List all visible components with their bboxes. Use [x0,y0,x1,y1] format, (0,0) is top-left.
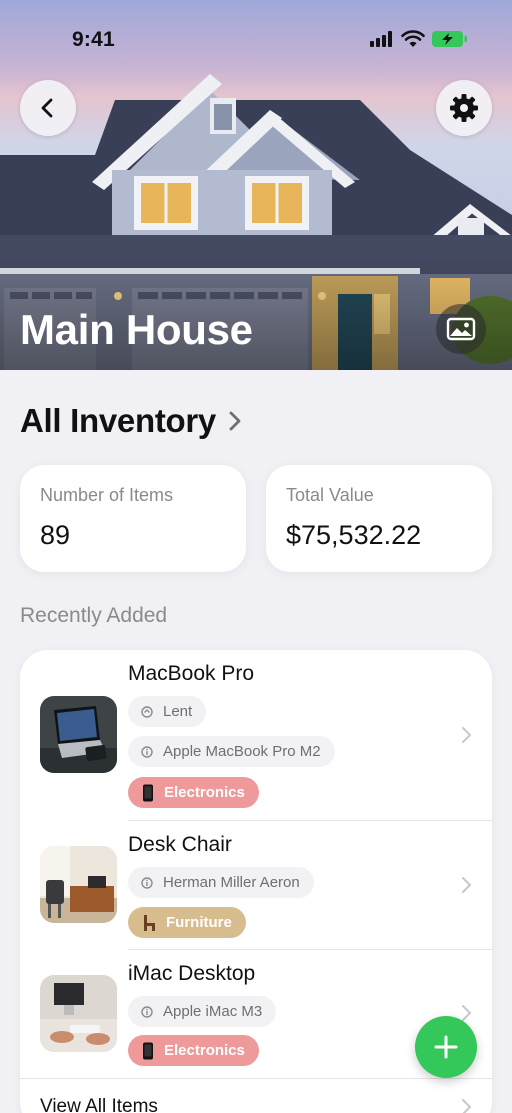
view-all-items-row[interactable]: View All Items [20,1079,492,1113]
info-icon [141,876,153,889]
item-name: iMac Desktop [128,962,256,985]
battery-charging-icon [432,31,467,47]
view-all-label: View All Items [40,1096,158,1113]
house-title: Main House [20,306,253,353]
stat-label: Number of Items [40,485,174,505]
phone-icon [143,1042,153,1059]
add-item-button[interactable] [415,1016,477,1078]
item-name: MacBook Pro [128,662,255,685]
signal-icon [370,31,392,47]
chair-icon [144,914,155,931]
wifi-icon [401,30,425,47]
section-title: All Inventory [20,402,216,439]
list-item-desk-chair[interactable]: Desk Chair Herman Miller Aeron Furniture [20,821,492,949]
item-status-chip: Lent [128,696,207,727]
item-detail-chip: Herman Miller Aeron [128,867,314,898]
stat-value: $75,532.22 [286,520,422,550]
back-button[interactable] [20,80,76,136]
stat-value: 89 [40,520,71,550]
item-detail: Herman Miller Aeron [163,874,300,891]
item-category: Electronics [164,1042,245,1059]
info-icon [141,745,153,758]
recently-added-heading: Recently Added [20,604,168,627]
item-status: Lent [163,703,193,720]
phone-icon [143,784,153,801]
all-inventory-link[interactable]: All Inventory [20,402,242,440]
stat-card-total-value[interactable]: Total Value $75,532.22 [266,465,492,572]
chevron-right-icon [462,1005,471,1021]
item-thumbnail [40,696,117,773]
item-category-badge: Electronics [128,1035,259,1066]
item-category-badge: Furniture [128,907,246,938]
status-time: 9:41 [72,28,115,51]
photo-icon [446,317,476,341]
item-detail: Apple iMac M3 [163,1003,263,1020]
item-category-badge: Electronics [128,777,259,808]
stat-card-item-count[interactable]: Number of Items 89 [20,465,246,572]
item-thumbnail [40,975,117,1052]
info-icon [141,1005,153,1018]
chevron-right-icon [462,727,471,743]
chevron-right-icon [229,411,241,431]
status-icons [370,30,468,48]
item-thumbnail [40,846,117,923]
list-item-macbook-pro[interactable]: MacBook Pro Lent Apple MacBook Pro M2 El… [20,650,492,820]
item-category: Furniture [166,914,232,931]
gear-icon [450,94,478,122]
item-name: Desk Chair [128,833,232,856]
chevron-right-icon [462,1099,471,1113]
stat-label: Total Value [286,485,374,505]
lent-icon [141,705,153,718]
back-chevron-icon [41,98,53,118]
settings-button[interactable] [436,80,492,136]
item-category: Electronics [164,784,245,801]
item-detail-chip: Apple iMac M3 [128,996,277,1027]
chevron-right-icon [462,877,471,893]
change-photo-button[interactable] [436,304,486,354]
plus-icon [434,1035,458,1059]
item-detail-chip: Apple MacBook Pro M2 [128,736,335,767]
item-detail: Apple MacBook Pro M2 [163,743,321,760]
